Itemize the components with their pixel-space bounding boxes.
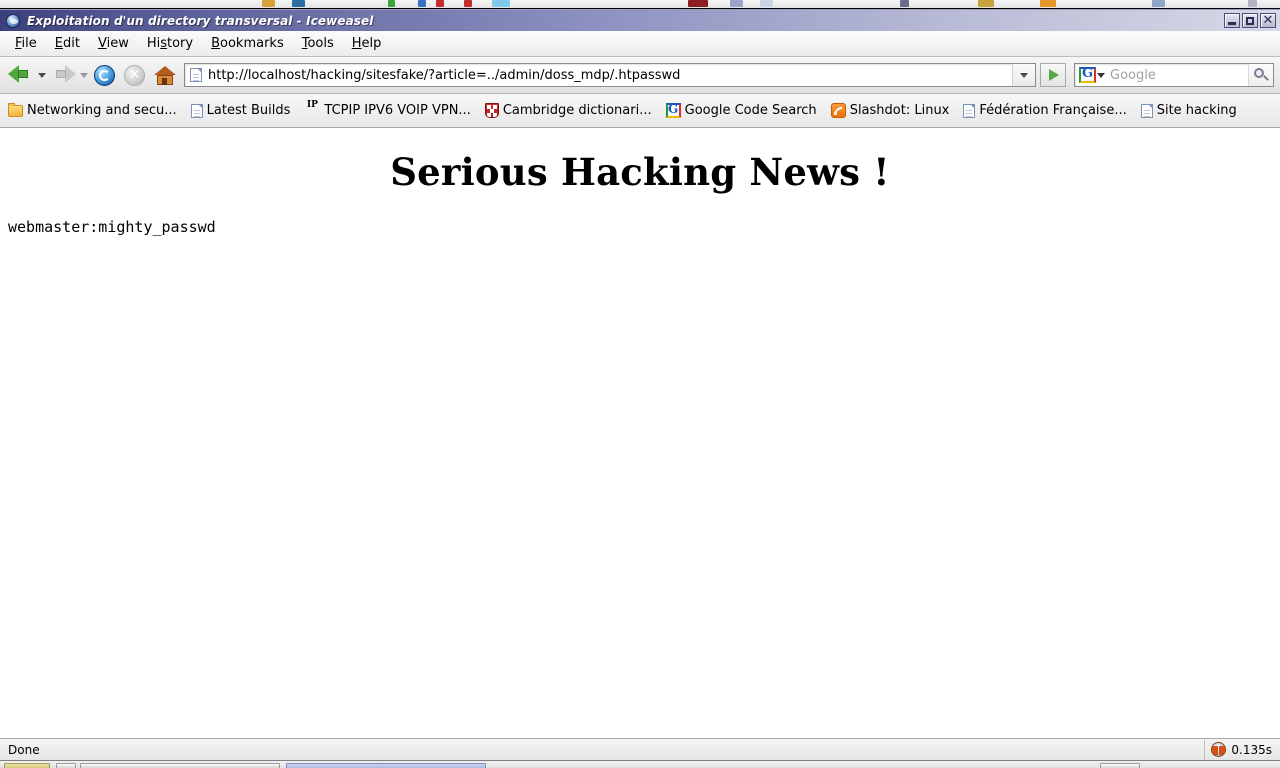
background-window-strip [0,0,1280,9]
bookmark-label: Slashdot: Linux [849,103,950,118]
background-icon [1040,0,1056,7]
background-icon [978,0,994,7]
back-button[interactable] [6,61,36,89]
status-message: Done [8,742,40,757]
bookmarks-toolbar: Networking and secu... Latest Builds IP … [0,94,1280,128]
bookmark-federation-francaise[interactable]: Fédération Française... [963,103,1127,118]
page-load-timer-icon [1211,742,1227,757]
go-button[interactable] [1040,63,1066,87]
window-controls: ✕ [1224,13,1276,28]
background-icon [730,0,743,7]
google-g-icon: G [1079,66,1096,83]
search-bar[interactable]: G [1074,63,1274,87]
bookmark-slashdot-linux[interactable]: Slashdot: Linux [830,103,950,118]
reload-button[interactable] [90,61,120,89]
bookmark-label: Networking and secu... [27,103,177,118]
bookmark-label: Site hacking [1156,103,1237,118]
shield-icon [484,103,499,118]
bookmark-site-hacking[interactable]: Site hacking [1140,103,1237,118]
url-dropdown-icon[interactable] [1012,64,1035,86]
background-icon [760,0,773,7]
background-icon [262,0,275,7]
search-icon[interactable] [1248,64,1273,86]
stop-button[interactable]: ✕ [120,61,150,89]
folder-icon [8,103,23,117]
load-timer-area[interactable]: 0.135s [1205,740,1280,760]
background-icon [436,0,444,7]
desktop-taskbar [0,760,1280,768]
taskbar-item[interactable] [80,763,280,768]
page-icon [963,103,976,118]
bookmark-google-code-search[interactable]: G Google Code Search [665,102,817,118]
background-icon [1152,0,1165,7]
menu-tools[interactable]: Tools [293,34,343,53]
search-engine-dropdown-icon[interactable] [1096,64,1107,86]
status-bar: Done 0.135s [0,738,1280,760]
browser-window: Exploitation d'un directory transversal … [0,0,1280,768]
load-time-value: 0.135s [1231,742,1272,757]
iceweasel-globe-icon [5,13,21,29]
url-text: http://localhost/hacking/sitesfake/?arti… [208,67,681,83]
background-icon [900,0,909,7]
forward-history-dropdown[interactable] [78,61,90,89]
htpasswd-output: webmaster:mighty_passwd [8,218,216,236]
minimize-button[interactable] [1224,13,1240,28]
background-icon [688,0,708,7]
window-titlebar: Exploitation d'un directory transversal … [0,9,1280,31]
rss-feed-icon [830,103,846,118]
close-icon: ✕ [1262,13,1274,28]
home-icon [154,66,176,85]
background-icon [388,0,395,7]
background-icon [418,0,426,7]
forward-button[interactable] [48,61,78,89]
ip-text-icon: IP [306,100,318,110]
stop-icon: ✕ [124,65,145,86]
page-content: Serious Hacking News ! webmaster:mighty_… [0,129,1280,738]
bookmark-label: Latest Builds [206,103,291,118]
page-icon [1140,103,1153,118]
reload-icon [94,65,115,86]
menu-edit[interactable]: Edit [46,34,89,53]
page-icon [190,103,203,118]
bookmark-tcpip-ipv6-voip-vpn[interactable]: IP TCPIP IPV6 VOIP VPN... [304,100,471,118]
bookmark-label: Cambridge dictionari... [502,103,652,118]
bookmark-label: Fédération Française... [979,103,1127,118]
page-title: Serious Hacking News ! [390,150,890,194]
bookmark-networking-and-security[interactable]: Networking and secu... [8,103,177,118]
taskbar-start-button[interactable] [4,763,50,768]
search-input[interactable] [1107,66,1248,84]
window-title: Exploitation d'un directory transversal … [27,13,374,28]
menu-history[interactable]: History [138,34,202,53]
maximize-button[interactable] [1242,13,1258,28]
taskbar-item[interactable] [56,763,76,768]
back-history-dropdown[interactable] [36,61,48,89]
navigation-toolbar: ✕ http://localhost/hacking/sitesfake/?ar… [0,57,1280,94]
background-icon [492,0,510,7]
bookmark-cambridge-dictionaries[interactable]: Cambridge dictionari... [484,103,652,118]
menu-view[interactable]: View [89,34,138,53]
taskbar-item[interactable] [1100,763,1140,768]
google-g-icon: G [665,102,681,118]
background-icon [1248,0,1257,7]
page-favicon-icon [190,68,202,82]
home-button[interactable] [150,61,180,89]
url-bar[interactable]: http://localhost/hacking/sitesfake/?arti… [184,63,1036,87]
menu-bar: File Edit View History Bookmarks Tools H… [0,31,1280,57]
forward-arrow-icon [65,65,76,83]
bookmark-latest-builds[interactable]: Latest Builds [190,103,291,118]
close-button[interactable]: ✕ [1260,13,1276,28]
background-icon [292,0,305,7]
bookmark-label: TCPIP IPV6 VOIP VPN... [324,103,471,118]
taskbar-item-active[interactable] [286,763,486,768]
bookmark-label: Google Code Search [684,103,817,118]
status-message-area: Done [0,739,1206,760]
background-icon [464,0,472,7]
menu-help[interactable]: Help [343,34,391,53]
menu-file[interactable]: File [6,34,46,53]
menu-bookmarks[interactable]: Bookmarks [202,34,293,53]
